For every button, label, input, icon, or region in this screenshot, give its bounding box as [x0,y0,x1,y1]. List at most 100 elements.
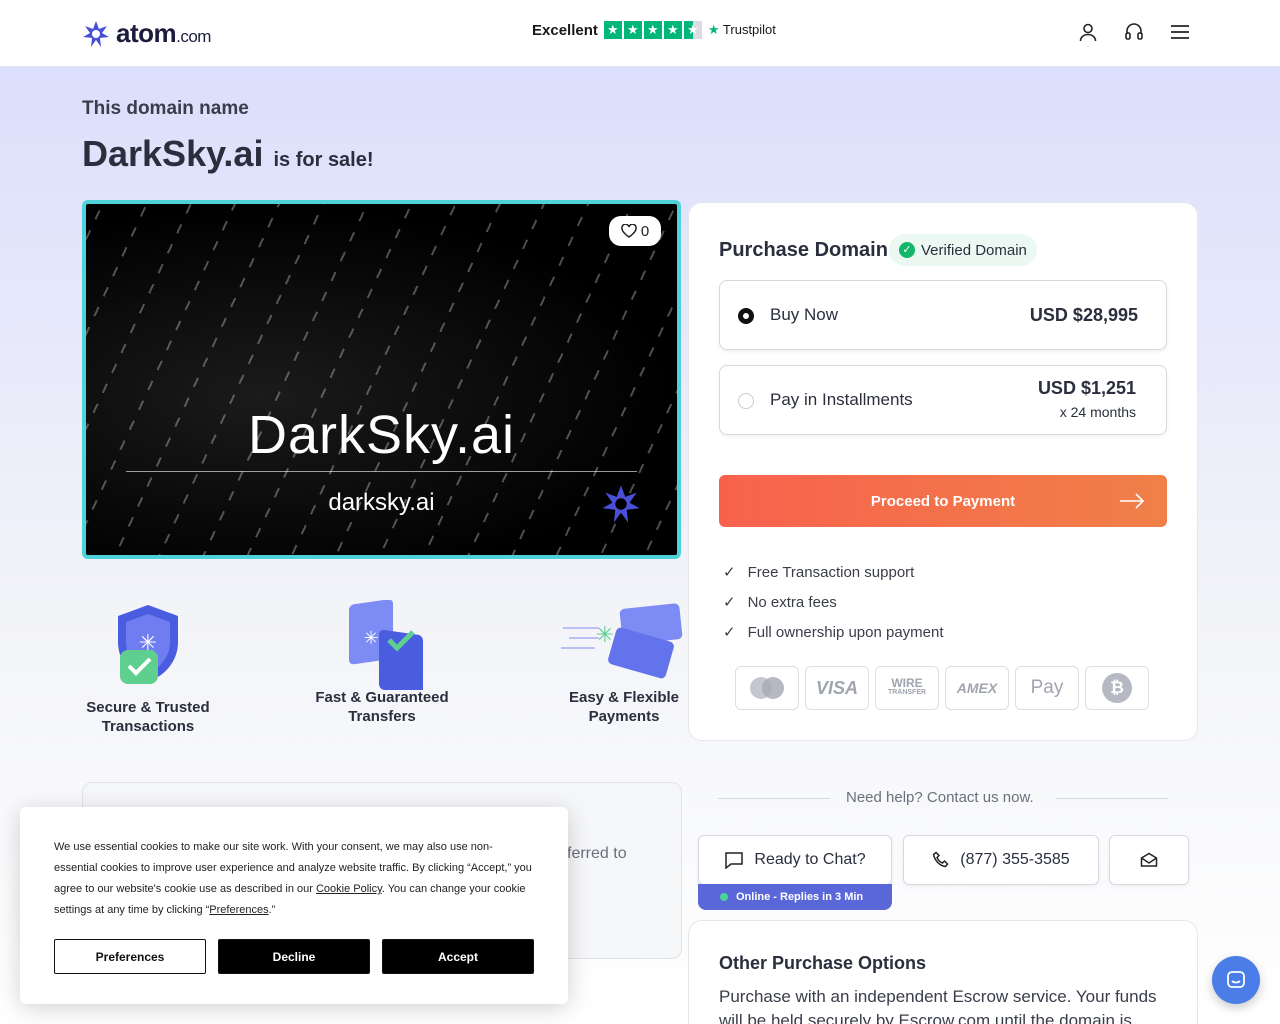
check-icon: ✓ [723,564,736,581]
transfer-icon: ✳ [349,600,423,690]
purchase-title: Purchase Domain [719,239,888,261]
email-button[interactable] [1109,835,1189,885]
option-term: x 24 months [1059,404,1136,420]
bitcoin-icon: ₿ [1085,666,1149,710]
cookie-banner: We use essential cookies to make our sit… [20,807,568,1004]
headset-icon[interactable] [1122,20,1146,44]
verified-label: Verified Domain [921,241,1027,259]
cookie-decline-button[interactable]: Decline [218,939,370,974]
option-label: Pay in Installments [770,390,913,409]
payment-methods: VISA WIRE TRANSFER AMEX Pay ₿ [735,666,1149,710]
trustpilot-rating[interactable]: Excellent ★ ★ ★ ★ ★ ★ Trustpilot [532,21,776,39]
arrow-right-icon [1120,493,1145,509]
verified-badge: ✓ Verified Domain [889,234,1037,266]
payment-cards-icon: ✳ [561,603,683,679]
feature-flexible: ✳ Easy & Flexible Payments [554,598,694,726]
menu-icon[interactable] [1168,20,1192,44]
proceed-label: Proceed to Payment [870,492,1016,510]
page-intro: This domain name [82,98,249,119]
check-badge-icon: ✓ [899,242,915,258]
favorite-button[interactable]: 0 [609,216,661,246]
other-options-text: Purchase with an independent Escrow serv… [719,987,1157,1024]
radio-buy-now[interactable] [738,308,754,324]
preferences-link[interactable]: Preferences [209,904,268,916]
star-icon: ★ [603,21,622,39]
radio-installments[interactable] [738,393,754,409]
online-label: Online - Replies in 3 Min [736,891,864,903]
check-icon: ✓ [723,624,736,641]
page-title: DarkSky.ai is for sale! [82,133,374,175]
feature-fast: ✳ Fast & Guaranteed Transfers [314,600,450,726]
user-icon[interactable] [1076,20,1100,44]
header-actions [1076,20,1192,44]
site-header: atom.com Excellent ★ ★ ★ ★ ★ ★ Trustpilo… [0,0,1280,67]
favorite-count: 0 [640,222,650,240]
visa-icon: VISA [805,666,869,710]
check-icon: ✓ [723,594,736,611]
option-price: USD $1,251 [1037,378,1136,398]
atom-star-icon [83,20,109,47]
phone-button[interactable]: (877) 355-3585 [903,835,1099,885]
benefit-item: ✓ Free Transaction support [723,563,915,582]
envelope-icon [1140,852,1158,867]
star-icon: ★ [643,21,662,39]
benefit-item: ✓ Full ownership upon payment [723,623,944,642]
trustpilot-star-icon: ★ [707,22,720,37]
option-buy-now[interactable]: Buy Now USD $28,995 [719,280,1167,350]
heart-icon [621,224,637,238]
phone-icon [932,851,949,868]
svg-text:✳: ✳ [596,623,614,648]
domain-hero-image: DarkSky.ai darksky.ai 0 [82,200,681,559]
cookie-preferences-button[interactable]: Preferences [54,939,206,974]
feature-fast-line2: Transfers [348,708,416,725]
hero-domain-name: DarkSky.ai [247,405,516,465]
shield-icon: ✳ [118,605,178,684]
feature-secure-line2: Transactions [101,718,195,735]
option-label: Buy Now [770,305,839,324]
feature-flexible-line1: Easy & Flexible [568,689,680,706]
atom-star-icon [601,484,641,529]
chat-label: Ready to Chat? [754,851,866,868]
rating-label: Excellent [532,21,598,39]
other-purchase-options: Other Purchase Options Purchase with an … [688,920,1198,1024]
hero-divider [126,471,637,472]
cookie-message: We use essential cookies to make our sit… [54,841,532,916]
star-icon: ★ [623,21,642,39]
trustpilot-name: Trustpilot [722,22,776,37]
chat-button[interactable]: Ready to Chat? [698,835,892,885]
option-price: USD $28,995 [1029,305,1138,325]
rating-stars: ★ ★ ★ ★ ★ [603,21,702,39]
atom-logo[interactable]: atom.com [82,18,211,49]
feature-secure: ✳ Secure & Trusted Transactions [84,600,212,736]
wire-transfer-icon: WIRE TRANSFER [875,666,939,710]
live-chat-launcher[interactable] [1212,956,1260,1004]
mastercard-icon [735,666,799,710]
purchase-card: Purchase Domain ✓ Verified Domain Buy No… [688,202,1198,741]
feature-fast-line1: Fast & Guaranteed [315,689,449,706]
apple-pay-icon: Pay [1015,666,1079,710]
for-sale-label: is for sale! [273,149,374,171]
benefits-list: ✓ Free Transaction support ✓ No extra fees… [723,557,944,647]
other-options-title: Other Purchase Options [719,953,927,973]
feature-secure-line1: Secure & Trusted [86,699,210,716]
chat-icon [725,852,744,869]
cookie-policy-link[interactable]: Cookie Policy [316,883,382,895]
proceed-to-payment-button[interactable]: Proceed to Payment [719,475,1167,527]
hero-domain-url: darksky.ai [328,489,435,516]
feature-flexible-line2: Payments [588,708,660,725]
divider [718,798,830,799]
divider [1056,798,1168,799]
benefit-item: ✓ No extra fees [723,593,837,612]
description-text: ferred to [567,845,627,862]
half-star-icon: ★ [683,21,702,39]
option-installments[interactable]: Pay in Installments USD $1,251 x 24 mont… [719,365,1167,435]
amex-icon: AMEX [945,666,1009,710]
phone-number: (877) 355-3585 [960,851,1070,868]
online-status: Online - Replies in 3 Min [698,884,892,910]
svg-text:✳: ✳ [363,628,378,649]
cookie-accept-button[interactable]: Accept [382,939,534,974]
logo-tld: .com [176,27,211,46]
chat-bubble-icon [1227,971,1245,988]
domain-name: DarkSky.ai [82,133,264,174]
online-dot-icon [720,893,728,901]
